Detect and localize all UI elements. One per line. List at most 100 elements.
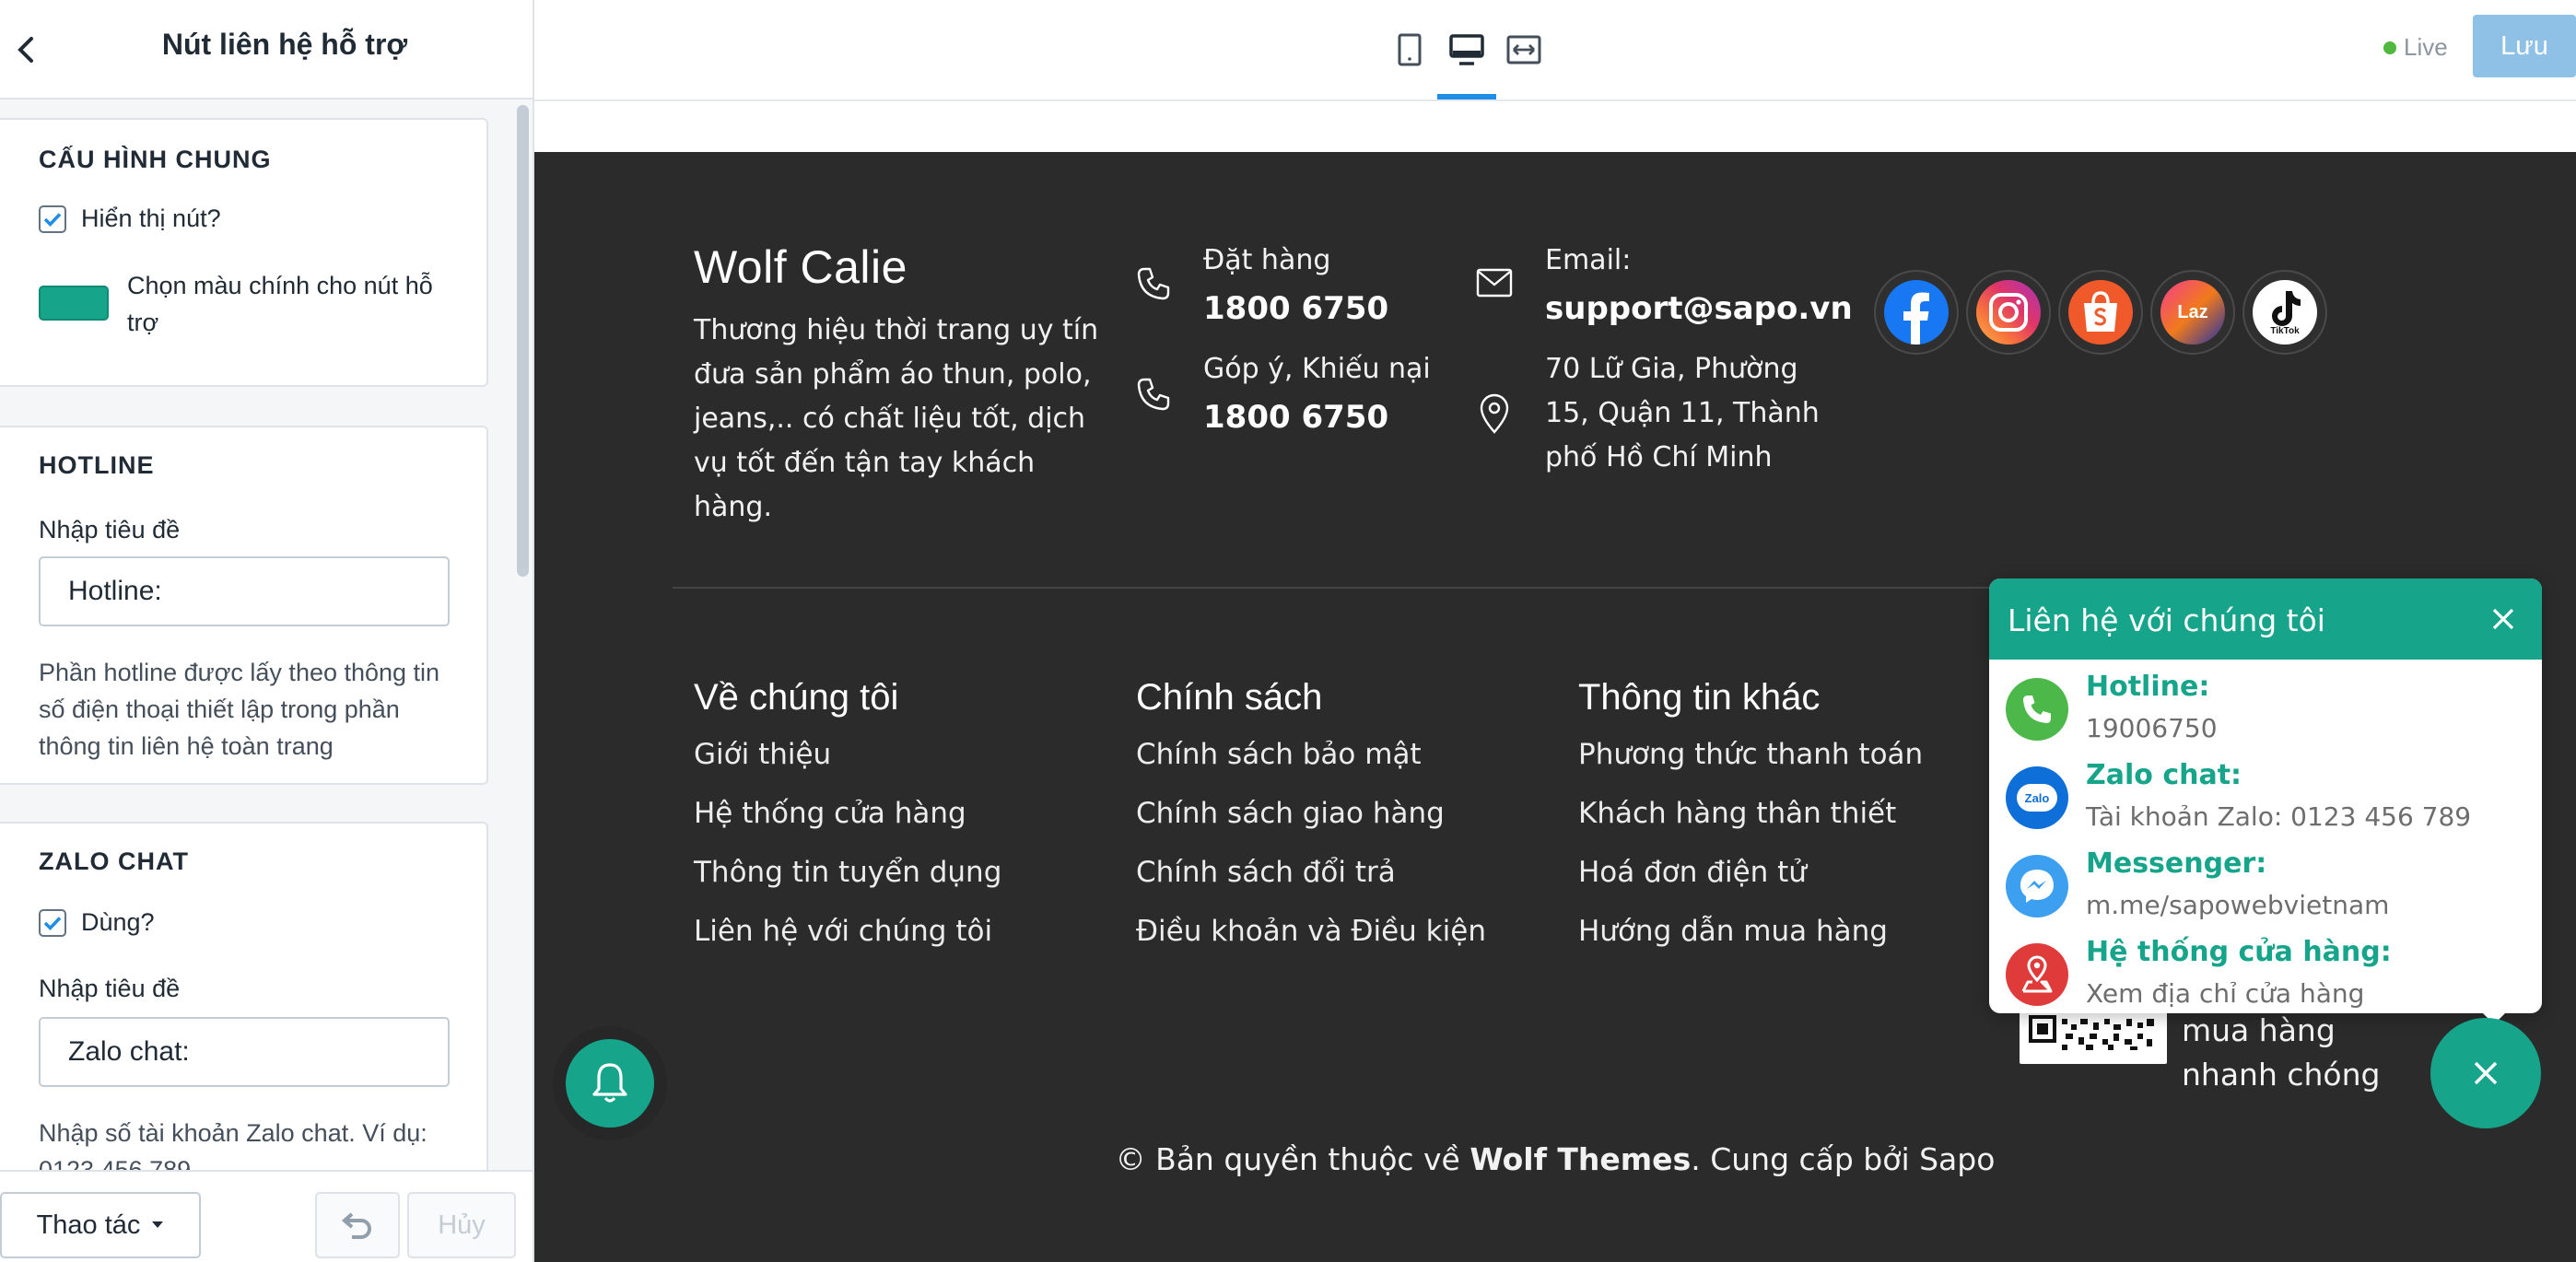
bell-icon <box>592 1063 627 1103</box>
facebook-icon <box>1884 280 1949 345</box>
popup-close-button[interactable] <box>2483 599 2523 639</box>
hotline-card: HOTLINE Nhập tiêu đề Phần hotline được l… <box>0 426 488 785</box>
popup-item-subtitle: 19006750 <box>2086 713 2218 743</box>
support-toggle-button[interactable] <box>2430 1018 2541 1128</box>
footer-column-other: Thông tin khác Phương thức thanh toán Kh… <box>1578 677 1923 948</box>
location-pin-icon <box>1478 393 1511 438</box>
social-instagram-link[interactable] <box>1966 270 2051 355</box>
popup-title: Liên hệ với chúng tôi <box>2008 602 2325 638</box>
social-lazada-link[interactable]: Laz <box>2150 270 2235 355</box>
tiktok-icon-text: TikTok <box>2270 325 2300 336</box>
copyright-text: © Bản quyền thuộc về Wolf Themes. Cung c… <box>534 1141 2576 1177</box>
hotline-help-text: Phần hotline được lấy theo thông tin số … <box>39 659 440 760</box>
phone-icon <box>2006 678 2068 741</box>
device-fullwidth-button[interactable] <box>1502 28 1546 72</box>
hotline-title-input[interactable] <box>39 556 450 626</box>
order-phone[interactable]: 1800 6750 <box>1203 290 1388 327</box>
copyright-suffix: . Cung cấp bởi Sapo <box>1691 1141 1996 1177</box>
email-value[interactable]: support@sapo.vn <box>1545 290 1853 327</box>
footer-link[interactable]: Chính sách bảo mật <box>1136 738 1422 771</box>
footer-link[interactable]: Phương thức thanh toán <box>1578 738 1923 771</box>
undo-button[interactable] <box>315 1192 400 1258</box>
popup-item-title: Messenger: <box>2086 847 2267 880</box>
sidebar-scrollbar-thumb[interactable] <box>517 105 529 577</box>
sidebar-footer: Thao tác Hủy <box>0 1170 533 1262</box>
lazada-icon: Laz <box>2160 280 2225 345</box>
show-button-row[interactable]: Hiển thị nút? <box>39 204 221 233</box>
footer-link[interactable]: Hoá đơn điện tử <box>1578 856 1807 889</box>
popup-header: Liên hệ với chúng tôi <box>1989 578 2542 660</box>
primary-color-swatch[interactable] <box>39 286 109 321</box>
copyright-brand-link[interactable]: Wolf Themes <box>1469 1141 1691 1177</box>
popup-item-messenger[interactable]: Messenger: m.me/sapowebvietnam <box>2006 846 2522 929</box>
sidebar-header: Nút liên hệ hỗ trợ <box>0 0 533 99</box>
popup-item-subtitle: Xem địa chỉ cửa hàng <box>2086 978 2365 1009</box>
copyright-prefix: © Bản quyền thuộc về <box>1115 1141 1470 1177</box>
notification-bell-button[interactable] <box>566 1039 654 1128</box>
actions-dropdown-button[interactable]: Thao tác <box>0 1192 201 1258</box>
checkmark-icon <box>43 916 62 930</box>
feedback-phone[interactable]: 1800 6750 <box>1203 399 1388 436</box>
active-device-indicator <box>1437 94 1496 99</box>
close-icon <box>2492 608 2514 630</box>
social-tiktok-link[interactable]: TikTok <box>2242 270 2327 355</box>
footer-column-title: Thông tin khác <box>1578 677 1821 718</box>
popup-item-store-system[interactable]: Hệ thống cửa hàng: Xem địa chỉ cửa hàng <box>2006 934 2522 1017</box>
footer-link[interactable]: Liên hệ với chúng tôi <box>694 915 992 948</box>
zalo-chat-heading: ZALO CHAT <box>39 847 189 875</box>
popup-item-title: Hệ thống cửa hàng: <box>2086 936 2392 968</box>
shopee-icon <box>2068 280 2133 345</box>
phone-icon <box>1135 265 1172 306</box>
zalo-icon-text: Zalo <box>2024 790 2050 805</box>
sidebar-scrollbar[interactable] <box>512 99 533 1170</box>
zalo-icon: Zalo <box>2006 766 2068 829</box>
cancel-button[interactable]: Hủy <box>407 1192 516 1258</box>
device-mobile-button[interactable] <box>1388 28 1432 72</box>
footer-link[interactable]: Hướng dẫn mua hàng <box>1578 915 1888 948</box>
footer-link[interactable]: Hệ thống cửa hàng <box>694 797 966 830</box>
footer-column-title: Về chúng tôi <box>694 677 899 718</box>
store-address: 70 Lữ Gia, Phường 15, Quận 11, Thành phố… <box>1545 353 1820 473</box>
save-button[interactable]: Lưu <box>2473 15 2576 77</box>
sidebar-title: Nút liên hệ hỗ trợ <box>161 28 408 61</box>
zalo-chat-card: ZALO CHAT Dùng? Nhập tiêu đề Nhập số tài… <box>0 822 488 1209</box>
footer-link[interactable]: Chính sách giao hàng <box>1136 797 1445 830</box>
caret-down-icon <box>152 1221 164 1228</box>
zalo-title-input[interactable] <box>39 1017 450 1087</box>
brand-description: Thương hiệu thời trang uy tín đưa sản ph… <box>694 314 1099 523</box>
zalo-use-checkbox[interactable] <box>39 908 66 937</box>
close-icon <box>2474 1061 2498 1085</box>
footer-column-about: Về chúng tôi Giới thiệu Hệ thống cửa hàn… <box>694 677 1001 948</box>
instagram-icon <box>1976 280 2041 345</box>
footer-link[interactable]: Khách hàng thân thiết <box>1578 797 1896 830</box>
zalo-use-row[interactable]: Dùng? <box>39 908 155 937</box>
social-facebook-link[interactable] <box>1874 270 1959 355</box>
general-config-card: CẤU HÌNH CHUNG Hiển thị nút? Chọn màu ch… <box>0 118 488 387</box>
desktop-icon <box>1449 34 1484 65</box>
zalo-use-label: Dùng? <box>81 908 155 936</box>
popup-item-hotline[interactable]: Hotline: 19006750 <box>2006 669 2522 752</box>
device-desktop-button[interactable] <box>1445 28 1489 72</box>
show-button-label: Hiển thị nút? <box>81 204 221 232</box>
contact-support-popup: Liên hệ với chúng tôi Hotline: 19006750 … <box>1989 578 2542 1024</box>
social-shopee-link[interactable] <box>2058 270 2143 355</box>
popup-item-zalo[interactable]: Zalo Zalo chat: Tài khoản Zalo: 0123 456… <box>2006 757 2522 840</box>
tiktok-icon: TikTok <box>2253 280 2317 345</box>
footer-link[interactable]: Giới thiệu <box>694 738 831 771</box>
actions-label: Thao tác <box>36 1209 141 1240</box>
undo-icon <box>341 1212 371 1239</box>
back-button[interactable] <box>7 31 44 68</box>
feedback-label: Góp ý, Khiếu nại <box>1203 353 1431 385</box>
zalo-title-label: Nhập tiêu đề <box>39 975 181 1002</box>
popup-item-title: Hotline: <box>2086 671 2210 703</box>
lazada-icon-text: Laz <box>2177 301 2208 322</box>
footer-link[interactable]: Chính sách đổi trả <box>1136 856 1396 889</box>
show-button-checkbox[interactable] <box>39 204 66 233</box>
footer-link[interactable]: Thông tin tuyển dụng <box>694 856 1001 889</box>
checkmark-icon <box>43 212 62 227</box>
live-status-label: Live <box>2404 33 2448 61</box>
order-label: Đặt hàng <box>1203 244 1331 276</box>
footer-link[interactable]: Điều khoản và Điều kiện <box>1136 915 1486 948</box>
footer-column-title: Chính sách <box>1136 677 1323 718</box>
popup-item-subtitle: Tài khoản Zalo: 0123 456 789 <box>2086 801 2472 832</box>
